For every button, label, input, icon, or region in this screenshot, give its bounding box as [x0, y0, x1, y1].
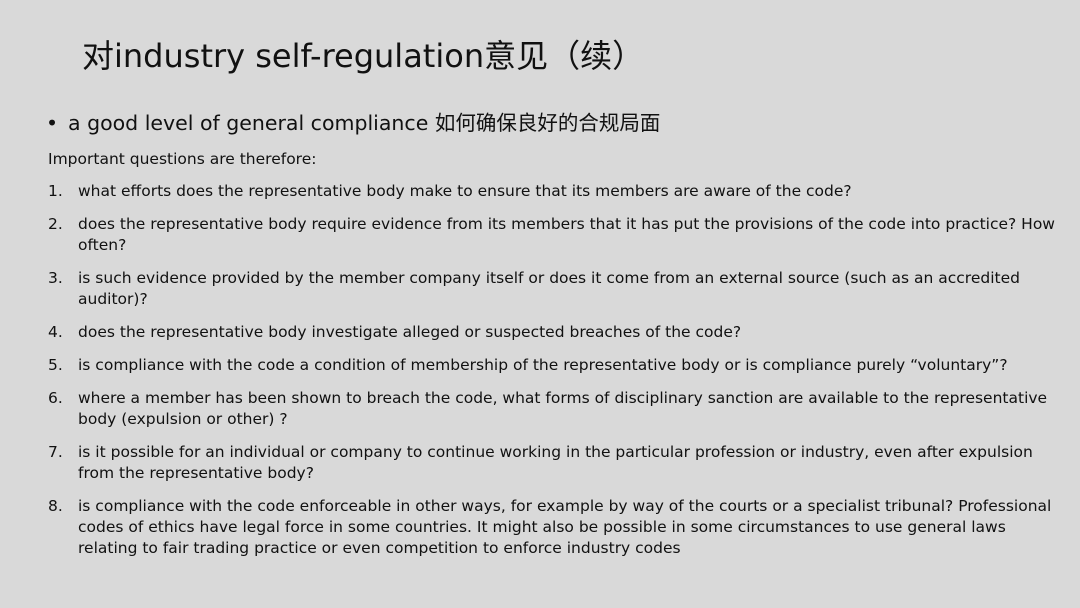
bullet-text: a good level of general compliance 如何确保良… [68, 111, 661, 135]
question-number: 3. [48, 269, 63, 287]
question-number: 6. [48, 389, 63, 407]
question-item-7: 7. is it possible for an individual or c… [48, 442, 1058, 484]
question-item-5: 5. is compliance with the code a conditi… [48, 355, 1058, 376]
question-list: 1. what efforts does the representative … [48, 181, 1058, 559]
question-item-4: 4. does the representative body investig… [48, 322, 1058, 343]
question-item-2: 2. does the representative body require … [48, 214, 1058, 256]
question-item-8: 8. is compliance with the code enforceab… [48, 496, 1058, 559]
question-text: does the representative body require evi… [78, 215, 1055, 254]
question-item-6: 6. where a member has been shown to brea… [48, 388, 1058, 430]
intro-text: Important questions are therefore: [48, 150, 317, 168]
question-item-1: 1. what efforts does the representative … [48, 181, 1058, 202]
question-text: is such evidence provided by the member … [78, 269, 1020, 308]
slide: 对industry self-regulation意见（续） • a good l… [0, 0, 1080, 608]
bullet-point: • a good level of general compliance 如何确保… [46, 110, 660, 136]
question-item-3: 3. is such evidence provided by the memb… [48, 268, 1058, 310]
question-text: is compliance with the code enforceable … [78, 497, 1052, 557]
question-text: is it possible for an individual or comp… [78, 443, 1033, 482]
question-number: 5. [48, 356, 63, 374]
question-text: is compliance with the code a condition … [78, 356, 1008, 374]
question-text: what efforts does the representative bod… [78, 182, 852, 200]
question-text: does the representative body investigate… [78, 323, 742, 341]
question-text: where a member has been shown to breach … [78, 389, 1048, 428]
question-number: 4. [48, 323, 63, 341]
question-number: 2. [48, 215, 63, 233]
slide-title: 对industry self-regulation意见（续） [82, 37, 645, 75]
question-number: 8. [48, 497, 63, 515]
question-number: 1. [48, 182, 63, 200]
question-number: 7. [48, 443, 63, 461]
bullet-icon: • [46, 111, 59, 135]
